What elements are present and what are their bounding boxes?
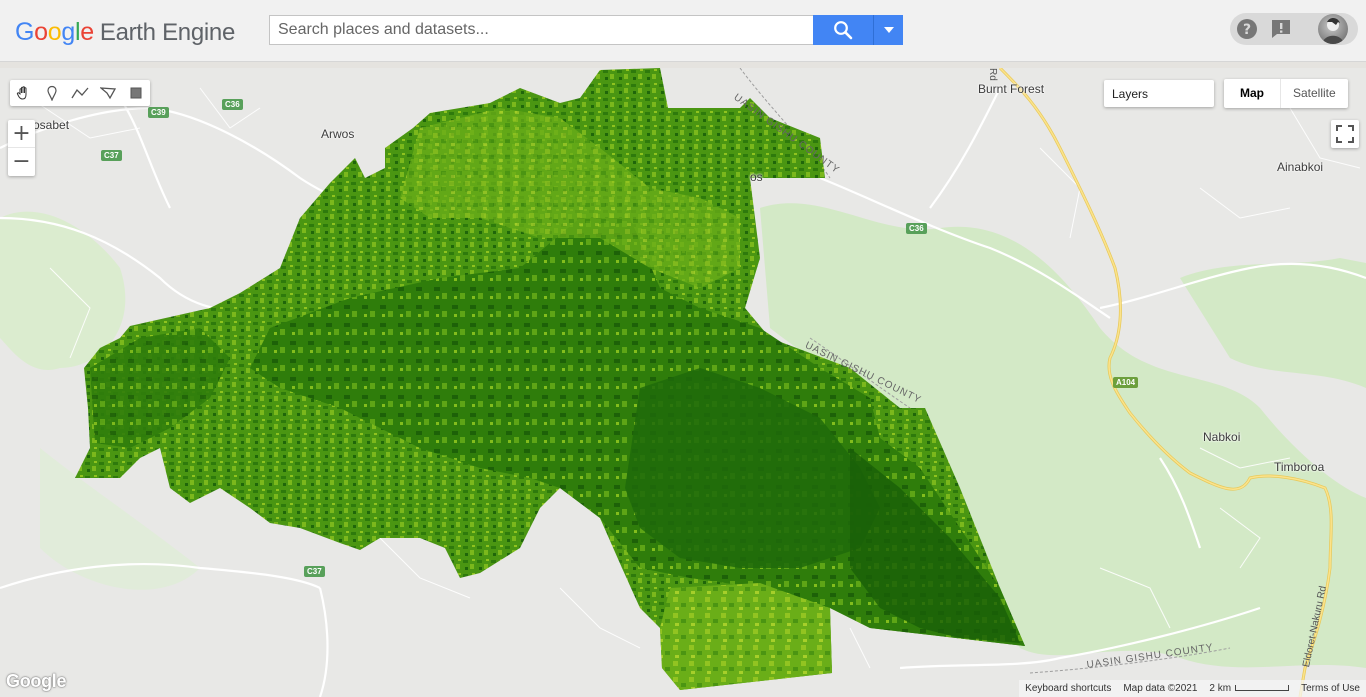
- map-type-satellite-button[interactable]: Satellite: [1281, 79, 1348, 108]
- terms-link[interactable]: Terms of Use: [1295, 680, 1366, 697]
- place-label: Arwos: [321, 127, 354, 141]
- logo-product-name: Earth Engine: [100, 19, 235, 46]
- map-basemap: [0, 68, 1366, 697]
- logo-letter: G: [15, 18, 34, 46]
- drawing-tools: [10, 80, 150, 106]
- road-shield: C39: [148, 107, 169, 118]
- rectangle-icon[interactable]: [122, 80, 150, 106]
- avatar[interactable]: [1318, 14, 1348, 44]
- hand-icon[interactable]: [10, 80, 38, 106]
- map-canvas[interactable]: osabet Arwos Burnt Forest Ainabkoi Nabko…: [0, 68, 1366, 697]
- fullscreen-button[interactable]: [1331, 120, 1359, 148]
- scale-label: 2 km: [1209, 683, 1231, 694]
- place-label: os: [750, 170, 763, 184]
- place-label: Nabkoi: [1203, 430, 1240, 444]
- place-label: osabet: [33, 118, 69, 132]
- road-shield: A104: [1113, 377, 1138, 388]
- marker-icon[interactable]: [38, 80, 66, 106]
- road-shield: C37: [304, 566, 325, 577]
- earth-engine-logo[interactable]: GoogleEarth Engine: [15, 17, 235, 48]
- scale-bar: [1235, 685, 1289, 691]
- road-name-label: Rd: [987, 68, 998, 81]
- map-type-control: Map Satellite: [1224, 79, 1348, 108]
- search-icon: [833, 20, 853, 40]
- help-icon[interactable]: ?: [1235, 17, 1259, 41]
- polygon-icon[interactable]: [94, 80, 122, 106]
- line-icon[interactable]: [66, 80, 94, 106]
- caret-down-icon: [883, 26, 895, 34]
- logo-letter: o: [48, 18, 62, 46]
- road-shield: C36: [222, 99, 243, 110]
- google-map-logo[interactable]: Google: [6, 671, 66, 692]
- scale-indicator[interactable]: 2 km: [1203, 680, 1295, 697]
- top-bar: GoogleEarth Engine ?: [0, 0, 1366, 62]
- logo-letter: o: [34, 18, 48, 46]
- road-shield: C37: [101, 150, 122, 161]
- search-options-button[interactable]: [873, 15, 903, 45]
- map-data-attribution: Map data ©2021: [1117, 680, 1203, 697]
- place-label: Burnt Forest: [978, 82, 1044, 96]
- zoom-control: + −: [8, 120, 35, 176]
- feedback-icon[interactable]: [1269, 17, 1293, 41]
- road-shield: C36: [906, 223, 927, 234]
- logo-letter: e: [80, 18, 94, 46]
- layers-button[interactable]: Layers: [1104, 80, 1214, 107]
- search-input[interactable]: [269, 15, 814, 45]
- place-label: Ainabkoi: [1277, 160, 1323, 174]
- search-button[interactable]: [813, 15, 873, 45]
- svg-text:?: ?: [1243, 22, 1251, 38]
- map-footer: Keyboard shortcuts Map data ©2021 2 km T…: [1019, 680, 1366, 697]
- logo-letter: g: [61, 18, 75, 46]
- map-type-map-button[interactable]: Map: [1224, 79, 1280, 108]
- zoom-out-button[interactable]: −: [8, 148, 35, 176]
- place-label: Timboroa: [1274, 460, 1324, 474]
- fullscreen-icon: [1336, 125, 1354, 143]
- header-actions: ?: [1230, 13, 1358, 45]
- zoom-in-button[interactable]: +: [8, 120, 35, 148]
- keyboard-shortcuts-link[interactable]: Keyboard shortcuts: [1019, 680, 1117, 697]
